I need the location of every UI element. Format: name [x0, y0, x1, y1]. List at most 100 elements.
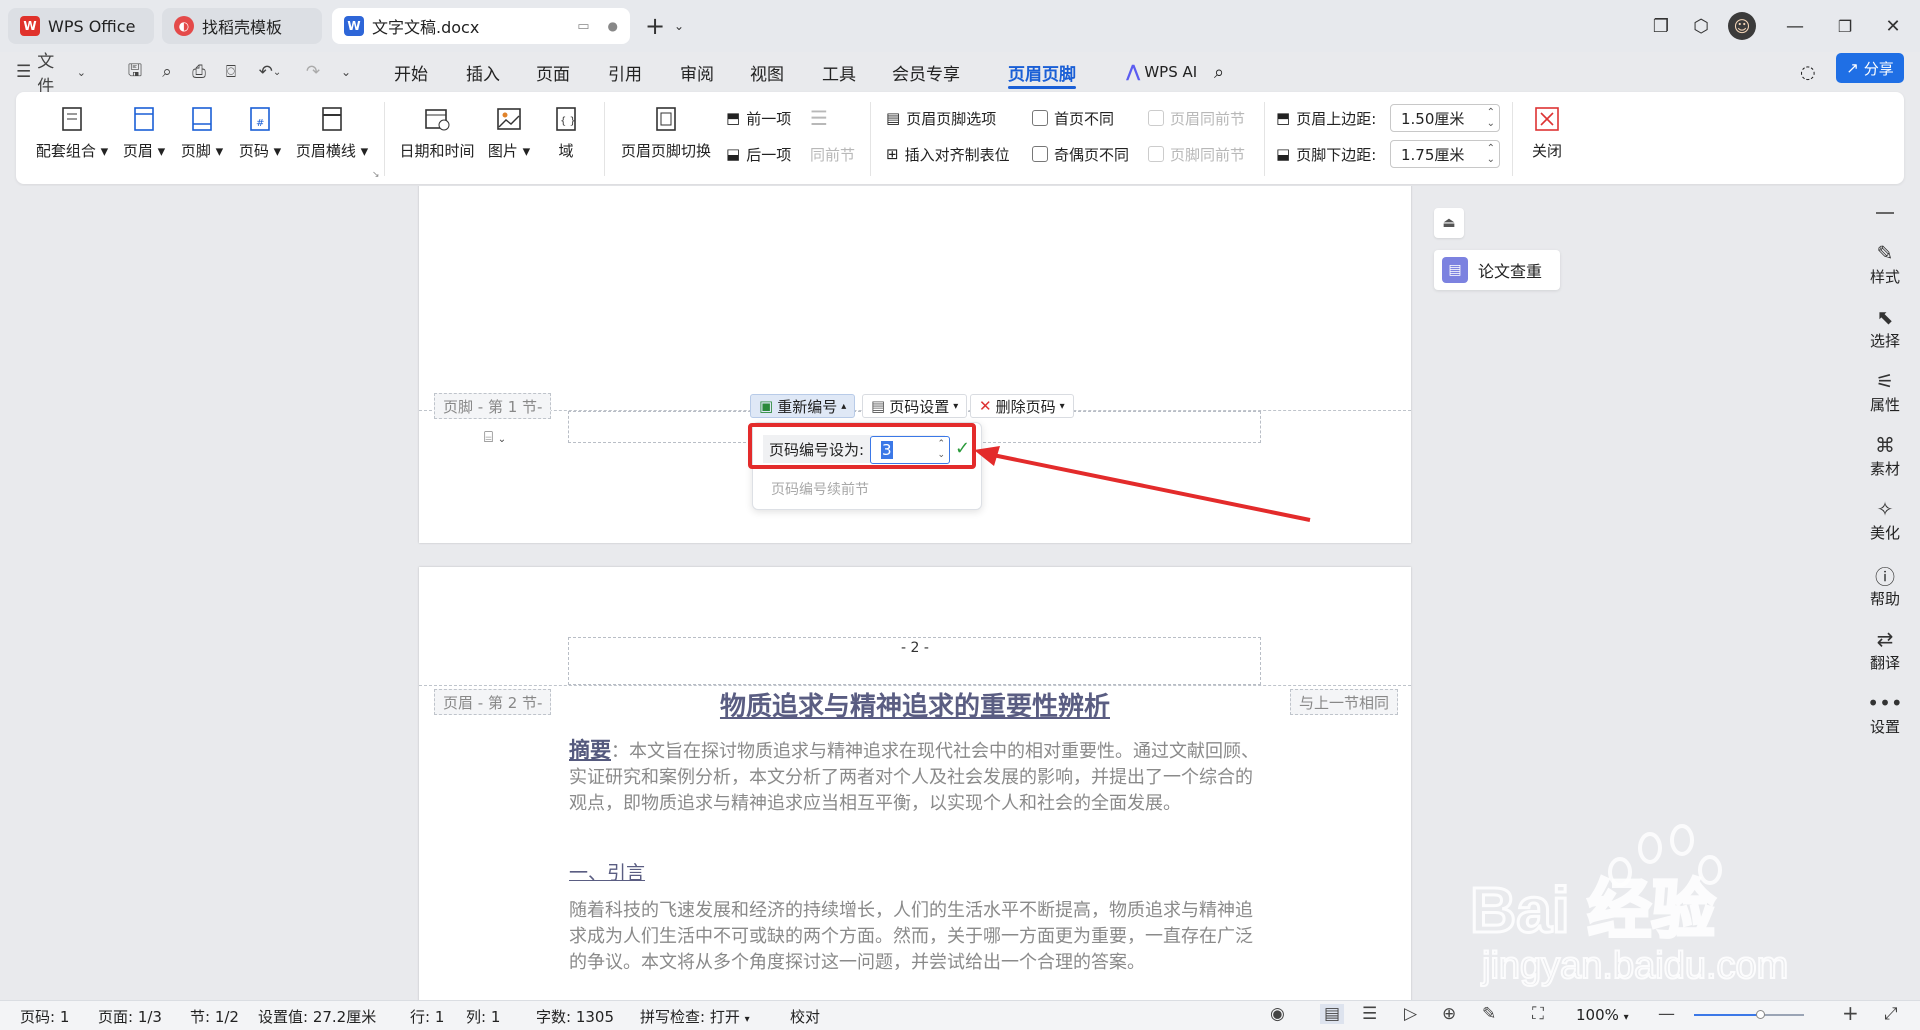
wps-ai-button[interactable]: ⋀ WPS AI	[1126, 58, 1197, 86]
header-footer-options-button[interactable]: ▤ 页眉页脚选项	[886, 106, 996, 130]
menu-header-footer[interactable]: 页眉页脚	[1008, 58, 1076, 89]
print-icon[interactable]: ⎙	[186, 58, 212, 86]
sidebar-item-label: 设置	[1869, 718, 1900, 736]
fit-page-icon[interactable]: ⛶	[1532, 1004, 1544, 1024]
zoom-in-icon[interactable]: +	[1842, 1001, 1859, 1025]
picture-button[interactable]: 图片 ▾	[486, 104, 532, 161]
wps-ai-icon: ⋀	[1126, 62, 1141, 82]
file-menu[interactable]: ☰ 文件 ⌄	[16, 52, 86, 97]
chat-bubble-icon[interactable]: ◌	[1800, 58, 1816, 86]
save-icon[interactable]: 🖫	[122, 58, 148, 86]
highlight-box	[748, 423, 976, 469]
tab-document[interactable]: W 文字文稿.docx ▭ ●	[332, 8, 630, 44]
sidebar-item-beautify[interactable]: ✧ 美化	[1855, 496, 1915, 543]
abstract-label: 摘要	[569, 737, 611, 762]
dialog-launcher-icon[interactable]: ↘	[372, 170, 380, 180]
status-section[interactable]: 节: 1/2	[190, 1006, 239, 1027]
header-footer-switch-button[interactable]: 页眉页脚切换	[616, 104, 716, 161]
menu-insert[interactable]: 插入	[466, 58, 500, 86]
footer-same-previous-checkbox: 页脚同前节	[1148, 142, 1245, 166]
next-icon: ⬓	[726, 145, 741, 163]
page-number-button[interactable]: # 页码 ▾	[236, 104, 284, 161]
renumber-button[interactable]: ▣ 重新编号 ▴	[750, 394, 856, 418]
ribbon-divider	[870, 102, 871, 176]
menu-review[interactable]: 审阅	[680, 58, 714, 86]
maximize-icon[interactable]: ❐	[1830, 12, 1860, 40]
draw-icon[interactable]: ✎	[1482, 1004, 1496, 1024]
combo-button[interactable]: 配套组合 ▾	[34, 104, 110, 161]
more-chevron-icon[interactable]: ⌄	[336, 58, 356, 86]
sidebar-item-help[interactable]: ⓘ 帮助	[1855, 562, 1915, 609]
menu-page[interactable]: 页面	[536, 58, 570, 86]
web-view-icon[interactable]: ⊕	[1442, 1004, 1456, 1024]
footer-insert-icon[interactable]: ⌸ ⌄	[484, 428, 506, 446]
menu-home[interactable]: 开始	[394, 58, 428, 86]
fullscreen-icon[interactable]: ⤢	[1884, 1004, 1898, 1024]
menu-references[interactable]: 引用	[608, 58, 642, 86]
footer-button[interactable]: 页脚 ▾	[178, 104, 226, 161]
collapse-panel-icon[interactable]: ⏏	[1434, 208, 1464, 238]
format-painter-icon[interactable]: ⌕	[154, 58, 180, 86]
delete-page-number-button[interactable]: ✕ 删除页码 ▾	[970, 394, 1074, 418]
status-spell-check[interactable]: 拼写检查: 打开 ▾	[640, 1006, 750, 1027]
chevron-down-icon[interactable]: ⌄	[664, 12, 694, 40]
undo-icon[interactable]: ↶ ⌄	[252, 58, 288, 86]
status-setting-value[interactable]: 设置值: 27.2厘米	[258, 1006, 376, 1027]
ribbon-divider	[1512, 102, 1513, 176]
spinner-icon[interactable]: ⌃ ⌄	[1487, 107, 1495, 129]
eye-icon[interactable]: ◉	[1270, 1004, 1285, 1024]
field-button[interactable]: { } 域	[546, 104, 586, 161]
menu-tools[interactable]: 工具	[822, 58, 856, 86]
play-icon[interactable]: ▷	[1404, 1004, 1417, 1024]
outline-view-icon[interactable]: ☰	[1362, 1004, 1377, 1024]
insert-tab-stop-button[interactable]: ⊞ 插入对齐制表位	[886, 142, 1010, 166]
sidebar-item-select[interactable]: ⬉ 选择	[1855, 304, 1915, 351]
header-line-button[interactable]: 页眉横线 ▾	[294, 104, 370, 161]
tab-wps-office[interactable]: W WPS Office	[8, 8, 154, 44]
page-view-icon[interactable]: ▤	[1320, 1004, 1345, 1024]
status-word-count[interactable]: 字数: 1305	[536, 1006, 614, 1027]
header-top-margin-input[interactable]: 1.50厘米 ⌃ ⌄	[1390, 104, 1500, 132]
window-restore-icon[interactable]: ❐	[1646, 12, 1676, 40]
spinner-icon[interactable]: ⌃ ⌄	[1487, 143, 1495, 165]
unsaved-dot-icon[interactable]: ●	[608, 19, 618, 33]
combo-label: 配套组合	[35, 142, 96, 160]
sidebar-item-settings[interactable]: ••• 设置	[1855, 690, 1915, 737]
odd-even-different-checkbox[interactable]: 奇偶页不同	[1032, 142, 1129, 166]
close-header-footer-button[interactable]: 关闭	[1524, 104, 1570, 161]
tab-docer-templates[interactable]: ◐ 找稻壳模板	[162, 8, 322, 44]
close-window-icon[interactable]: ✕	[1878, 12, 1908, 40]
page-number-settings-button[interactable]: ▤ 页码设置 ▾	[862, 394, 968, 418]
share-button[interactable]: ↗ 分享	[1836, 53, 1904, 83]
search-icon[interactable]: ⌕	[1214, 58, 1224, 86]
header-button[interactable]: 页眉 ▾	[120, 104, 168, 161]
sidebar-item-materials[interactable]: ⌘ 素材	[1855, 432, 1915, 479]
sidebar-item-style[interactable]: ✎ 样式	[1855, 240, 1915, 287]
previous-item-button[interactable]: ⬒ 前一项	[726, 106, 791, 130]
menu-view[interactable]: 视图	[750, 58, 784, 86]
date-time-button[interactable]: 日期和时间	[398, 104, 476, 161]
monitor-icon[interactable]: ▭	[577, 19, 589, 34]
plagiarism-check-button[interactable]: ▤ 论文查重	[1434, 250, 1560, 290]
redo-icon[interactable]: ↷	[300, 58, 326, 86]
checkbox-icon	[1032, 146, 1048, 162]
status-proofread[interactable]: 校对	[790, 1006, 820, 1027]
menu-member[interactable]: 会员专享	[892, 58, 960, 86]
zoom-level[interactable]: 100% ▾	[1576, 1006, 1629, 1024]
status-page[interactable]: 页面: 1/3	[98, 1006, 162, 1027]
sidebar-item-properties[interactable]: ⚟ 属性	[1855, 368, 1915, 415]
next-item-button[interactable]: ⬓ 后一项	[726, 142, 791, 166]
continue-from-previous-option[interactable]: 页码编号续前节	[771, 479, 869, 499]
status-page-code[interactable]: 页码: 1	[20, 1006, 69, 1027]
avatar[interactable]: ☺	[1728, 12, 1756, 40]
sidebar-item-translate[interactable]: ⇄ 翻译	[1855, 626, 1915, 673]
footer-bottom-margin-input[interactable]: 1.75厘米 ⌃ ⌄	[1390, 140, 1500, 168]
zoom-out-icon[interactable]: —	[1658, 1004, 1675, 1024]
first-page-different-checkbox[interactable]: 首页不同	[1032, 106, 1114, 130]
zoom-label: 100%	[1576, 1006, 1619, 1024]
minimize-icon[interactable]: —	[1780, 12, 1810, 40]
print-preview-icon[interactable]: ⌼	[218, 58, 244, 86]
checkbox-icon	[1032, 110, 1048, 126]
zoom-slider-handle[interactable]	[1756, 1010, 1765, 1019]
cube-icon[interactable]: ⬡	[1686, 12, 1716, 40]
